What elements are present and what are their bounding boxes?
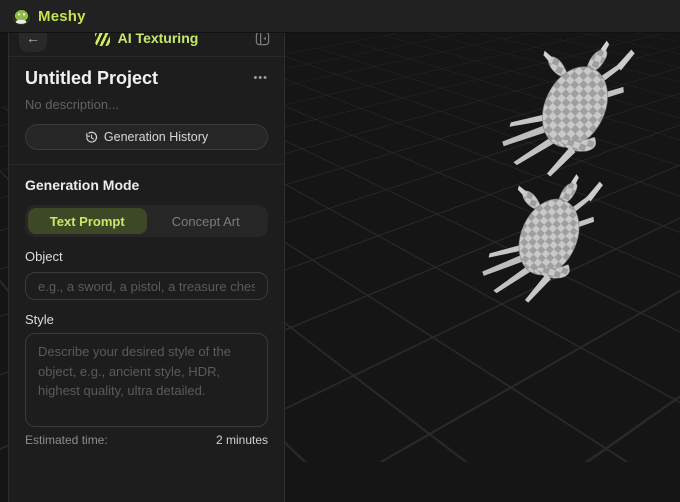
crab-model-bottom[interactable]	[481, 171, 603, 305]
history-clock-icon	[85, 131, 98, 144]
generation-history-button[interactable]: Generation History	[25, 124, 268, 150]
project-description[interactable]: No description...	[25, 97, 268, 112]
topbar: Meshy	[0, 0, 680, 33]
crab-model-top[interactable]	[500, 34, 635, 182]
more-options-icon[interactable]: •••	[253, 68, 268, 88]
generation-mode-label: Generation Mode	[25, 177, 268, 193]
project-title[interactable]: Untitled Project	[25, 68, 158, 89]
panel-body: Untitled Project ••• No description... G…	[9, 57, 284, 447]
style-label: Style	[25, 312, 268, 327]
meshy-logo-icon[interactable]	[12, 7, 31, 26]
brand-name[interactable]: Meshy	[38, 8, 86, 25]
ai-texturing-panel: ← AI Texturing Untitled Project ••• No d…	[8, 19, 285, 502]
estimated-time-row: Estimated time: 2 minutes	[25, 433, 268, 447]
estimated-time-value: 2 minutes	[216, 433, 268, 447]
object-label: Object	[25, 249, 268, 264]
object-input[interactable]	[25, 272, 268, 300]
generation-mode-tabs: Text Prompt Concept Art	[25, 205, 268, 237]
divider	[9, 164, 284, 165]
estimated-time-label: Estimated time:	[25, 433, 108, 447]
tab-concept-art[interactable]: Concept Art	[147, 208, 266, 234]
style-input[interactable]	[25, 333, 268, 427]
tab-text-prompt[interactable]: Text Prompt	[28, 208, 147, 234]
